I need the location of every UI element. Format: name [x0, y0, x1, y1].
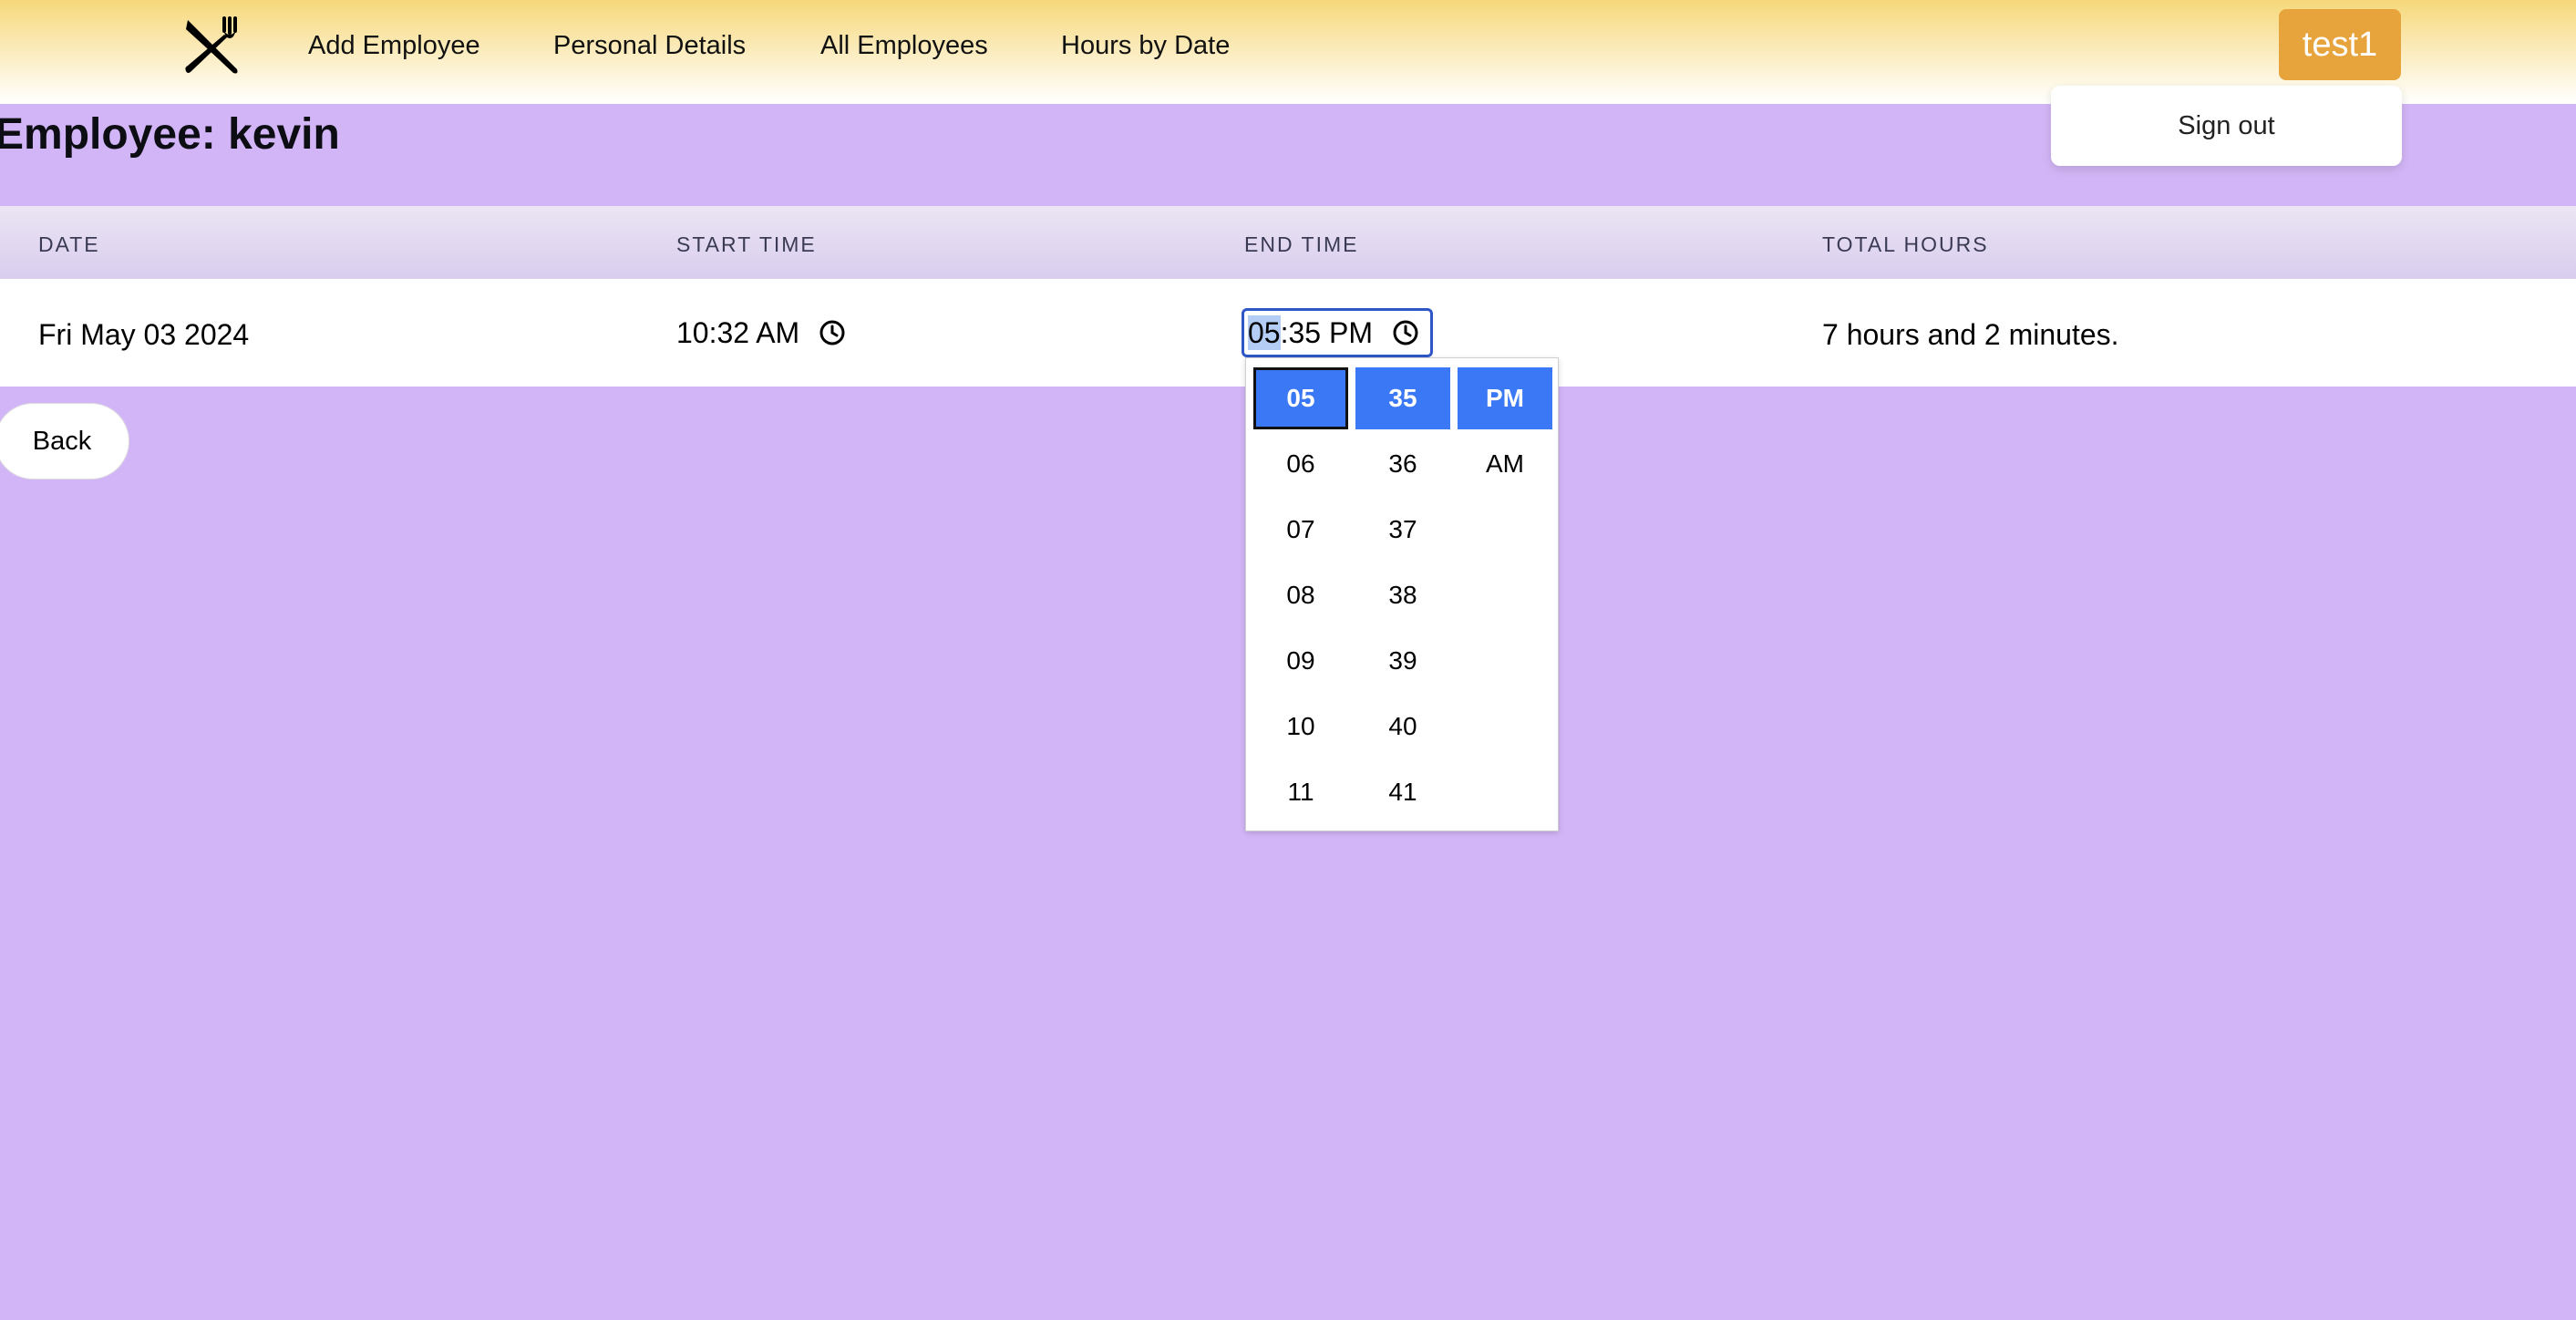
time-picker-period-option[interactable]: PM — [1458, 367, 1552, 429]
period-column[interactable]: PM AM — [1458, 367, 1552, 499]
time-picker-hour-option[interactable]: 10 — [1253, 696, 1348, 758]
time-picker-minute-option[interactable]: 35 — [1355, 367, 1450, 429]
date-cell: Fri May 03 2024 — [38, 318, 250, 351]
end-time-rest: :35 PM — [1280, 316, 1373, 349]
total-hours-cell: 7 hours and 2 minutes. — [1822, 318, 2119, 351]
time-picker-minute-option[interactable]: 39 — [1355, 630, 1450, 692]
time-picker-hour-option[interactable]: 08 — [1253, 564, 1348, 626]
page-title: Employee: kevin — [0, 110, 340, 159]
clock-icon[interactable] — [1391, 318, 1420, 347]
fork-knife-logo-icon[interactable] — [182, 16, 244, 77]
nav-all-employees[interactable]: All Employees — [820, 29, 988, 62]
end-time-input[interactable]: 05 :35 PM — [1242, 308, 1433, 357]
time-picker-minute-option[interactable]: 40 — [1355, 696, 1450, 758]
user-menu-button[interactable]: test1 — [2279, 9, 2401, 80]
time-picker-period-option[interactable]: AM — [1458, 433, 1552, 495]
nav-personal-details[interactable]: Personal Details — [553, 29, 746, 62]
time-picker-minute-option[interactable]: 38 — [1355, 564, 1450, 626]
time-picker-hour-option[interactable]: 11 — [1253, 761, 1348, 823]
time-picker-minute-option[interactable]: 41 — [1355, 761, 1450, 823]
column-header-date: DATE — [38, 232, 100, 256]
start-time-input[interactable]: 10:32 AM — [676, 315, 847, 350]
end-time-hour-segment[interactable]: 05 — [1248, 315, 1281, 350]
column-header-start-time: START TIME — [676, 232, 817, 256]
clock-icon[interactable] — [818, 318, 847, 347]
nav-add-employee[interactable]: Add Employee — [308, 29, 480, 62]
minute-column[interactable]: 35 36 37 38 39 40 41 — [1355, 367, 1450, 827]
table-header-row: DATE START TIME END TIME TOTAL HOURS — [0, 206, 2576, 279]
sign-out-button[interactable]: Sign out — [2051, 86, 2402, 166]
time-picker-minute-option[interactable]: 36 — [1355, 433, 1450, 495]
time-picker-hour-option[interactable]: 06 — [1253, 433, 1348, 495]
user-dropdown-menu: Sign out — [2051, 86, 2402, 166]
column-header-total-hours: TOTAL HOURS — [1822, 232, 1989, 256]
time-picker-minute-option[interactable]: 37 — [1355, 499, 1450, 561]
back-button[interactable]: Back — [0, 403, 129, 480]
hour-column[interactable]: 05 06 07 08 09 10 11 — [1253, 367, 1348, 827]
nav-hours-by-date[interactable]: Hours by Date — [1061, 29, 1230, 62]
time-picker-dropdown: 05 06 07 08 09 10 11 35 36 37 38 39 40 41 PM AM — [1245, 357, 1559, 831]
start-time-value: 10:32 AM — [676, 316, 800, 349]
column-header-end-time: END TIME — [1244, 232, 1359, 256]
time-picker-hour-option[interactable]: 05 — [1253, 367, 1348, 429]
time-picker-hour-option[interactable]: 09 — [1253, 630, 1348, 692]
time-picker-hour-option[interactable]: 07 — [1253, 499, 1348, 561]
